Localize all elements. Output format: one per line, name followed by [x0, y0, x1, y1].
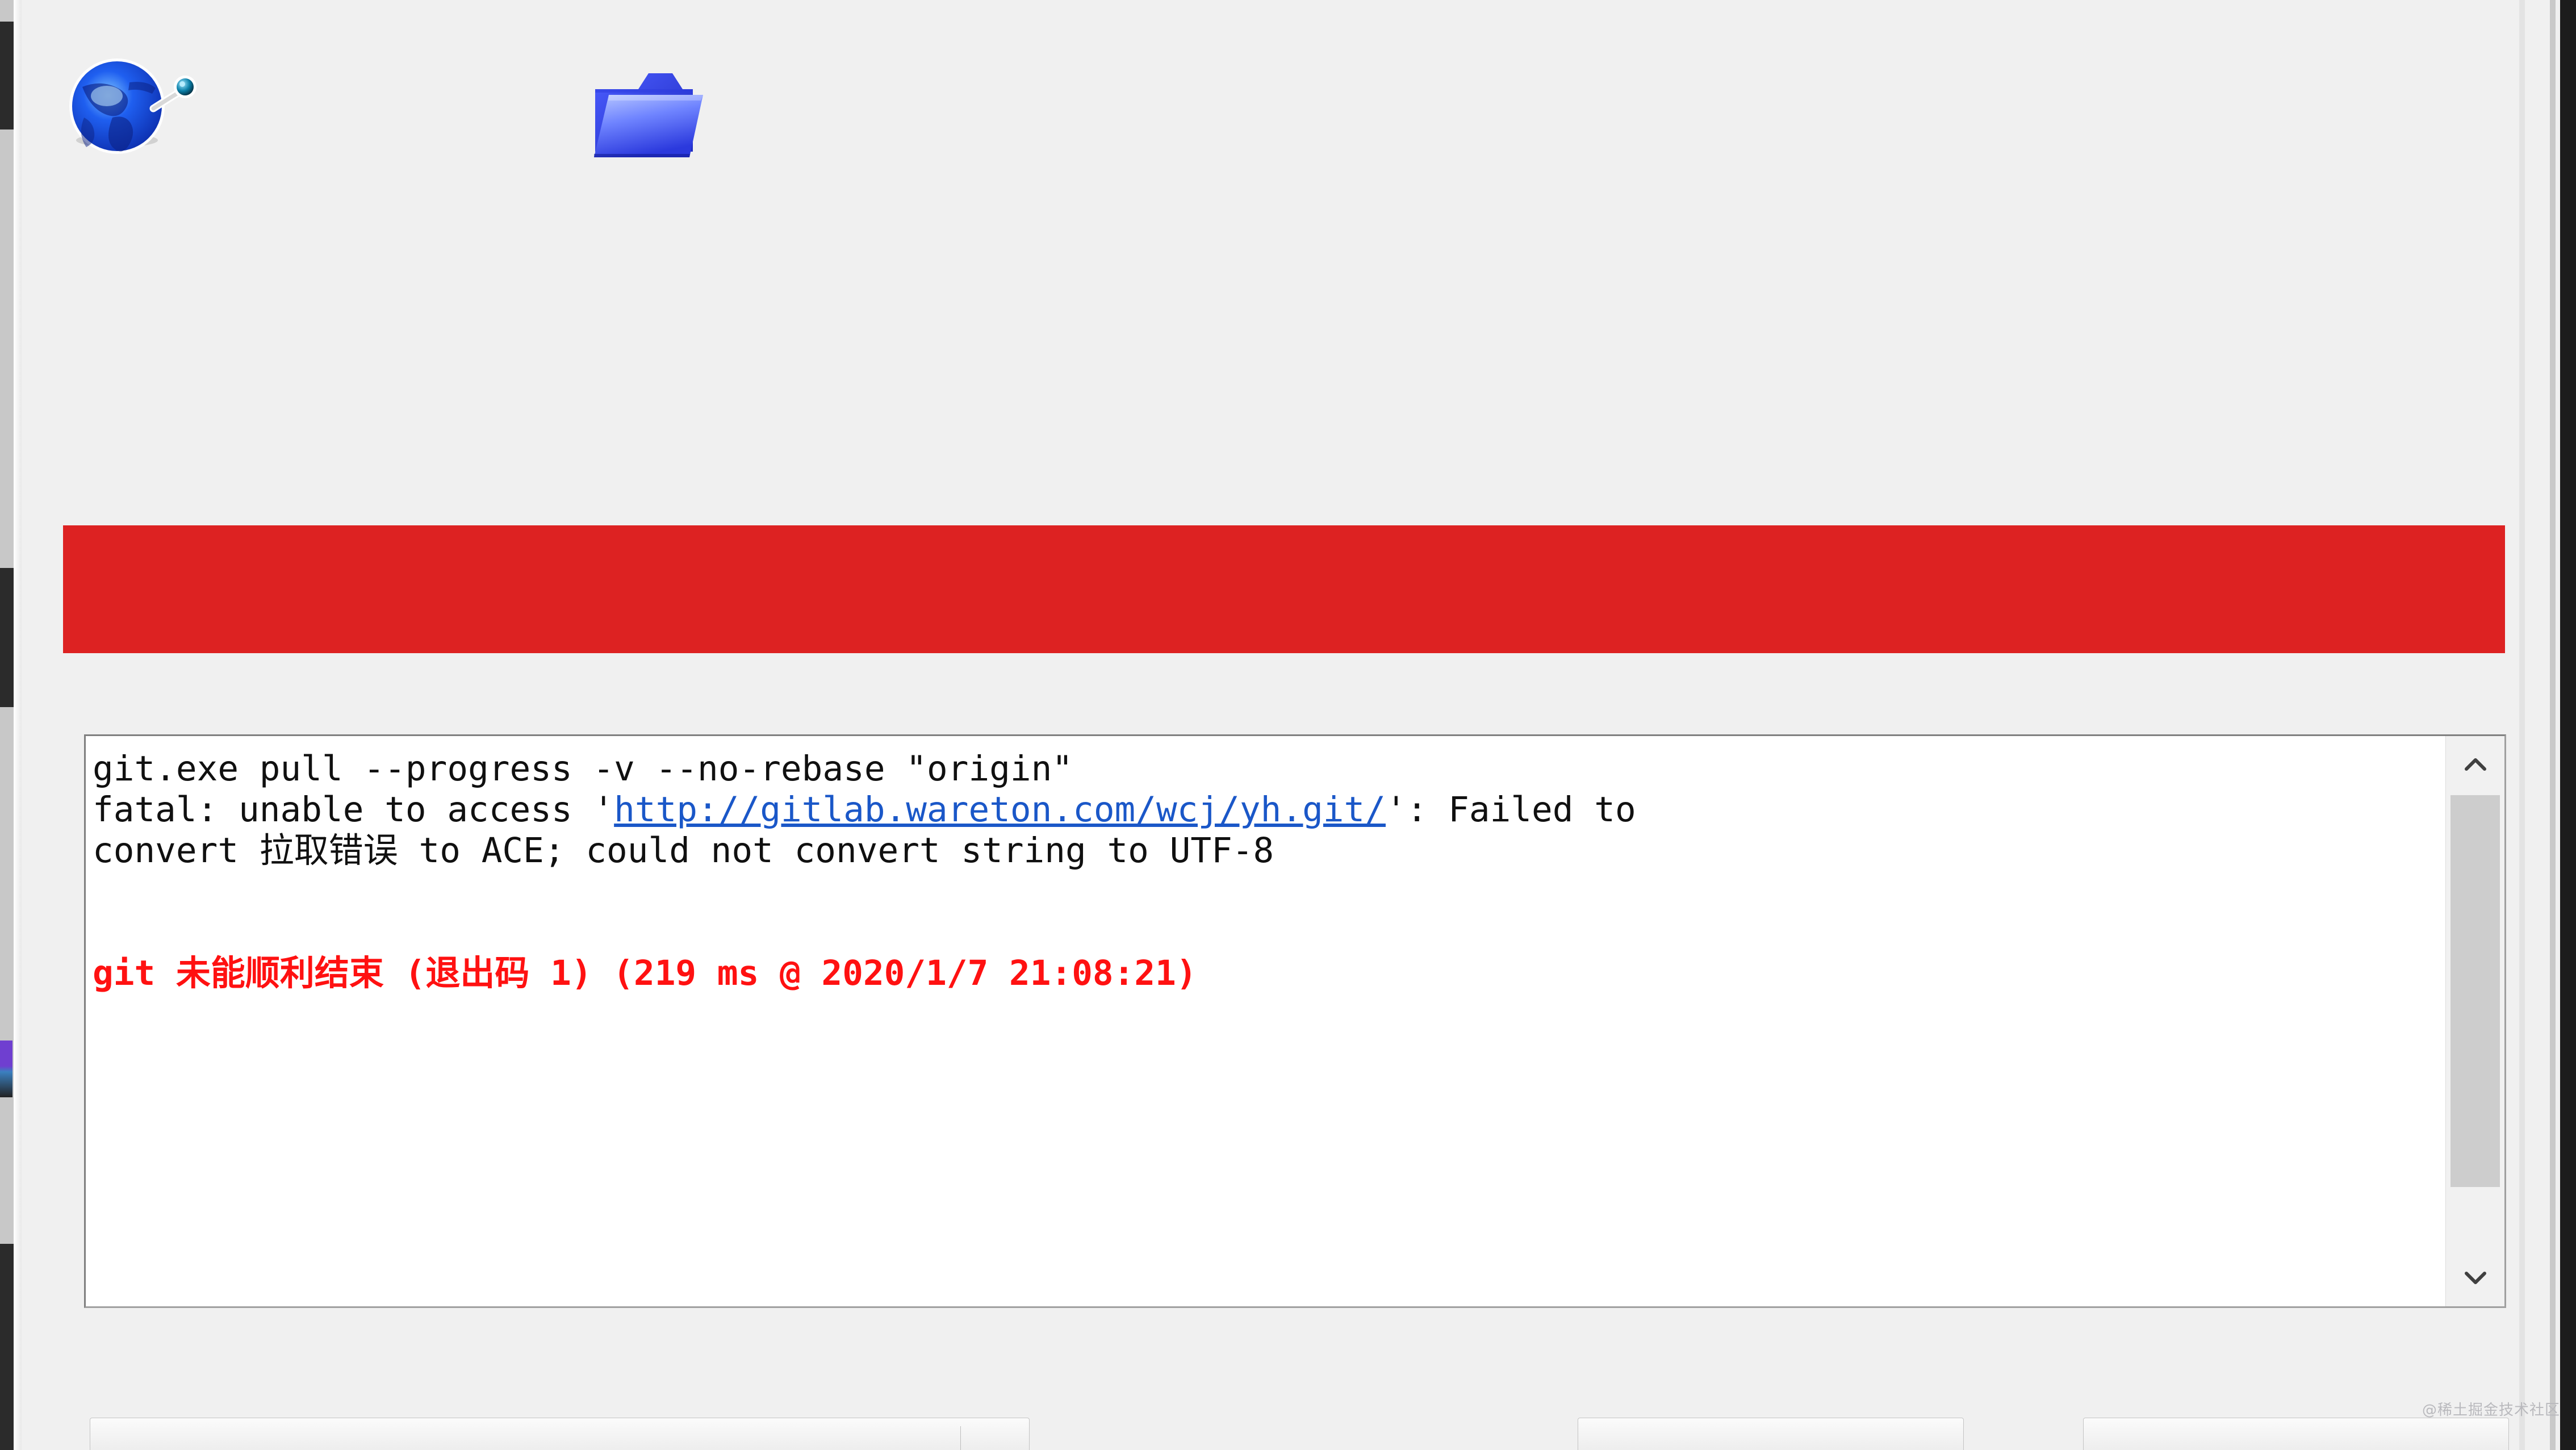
repository-url-link[interactable]: http://gitlab.wareton.com/wcj/yh.git/ — [614, 789, 1386, 830]
error-banner-text — [63, 525, 2505, 653]
git-pull-dialog: git.exe pull --progress -v --no-rebase "… — [22, 0, 2519, 1450]
background-window-sliver — [0, 0, 14, 1450]
dialog-left-border — [14, 0, 22, 1450]
console-text-area[interactable]: git.exe pull --progress -v --no-rebase "… — [86, 736, 2445, 1306]
scrollbar-up-button[interactable] — [2446, 736, 2504, 795]
console-fatal-suffix: ': Failed to — [1385, 789, 1636, 830]
scrollbar-thumb[interactable] — [2450, 795, 2500, 1187]
error-banner — [63, 525, 2505, 653]
globe-network-icon — [62, 54, 227, 162]
split-button-divider — [960, 1426, 961, 1450]
console-line-convert: convert 拉取错误 to ACE; could not convert s… — [93, 830, 1274, 871]
console-fatal-prefix: fatal: unable to access ' — [93, 789, 614, 830]
primary-split-button[interactable] — [90, 1418, 1030, 1450]
background-dark-region-top — [0, 22, 14, 129]
scrollbar-down-button[interactable] — [2446, 1247, 2504, 1306]
background-dark-region-middle — [0, 568, 14, 707]
watermark: @稀土掘金技术社区 — [2422, 1402, 2561, 1419]
console-line-command: git.exe pull --progress -v --no-rebase "… — [93, 749, 1073, 789]
tertiary-button[interactable] — [2083, 1418, 2509, 1450]
scrollbar-track[interactable] — [2446, 795, 2504, 1247]
folder-icon — [589, 65, 720, 165]
console-scrollbar[interactable] — [2445, 736, 2504, 1306]
chevron-up-icon — [2464, 758, 2486, 771]
background-color-fragment — [0, 1041, 12, 1097]
window-right-rule-inner — [2519, 0, 2525, 1450]
background-dark-region-bottom — [0, 1244, 14, 1450]
console-blank-space — [93, 871, 2445, 953]
secondary-button[interactable] — [1578, 1418, 1964, 1450]
screen-root: git.exe pull --progress -v --no-rebase "… — [0, 0, 2576, 1450]
window-right-rule-outer — [2550, 0, 2556, 1450]
git-output-console[interactable]: git.exe pull --progress -v --no-rebase "… — [84, 734, 2506, 1308]
console-line-fatal: fatal: unable to access 'http://gitlab.w… — [93, 789, 2445, 830]
desktop-right-edge — [2560, 0, 2576, 1450]
chevron-down-icon — [2464, 1272, 2486, 1284]
console-exit-status: git 未能顺利结束 (退出码 1) (219 ms @ 2020/1/7 21… — [93, 953, 1197, 993]
